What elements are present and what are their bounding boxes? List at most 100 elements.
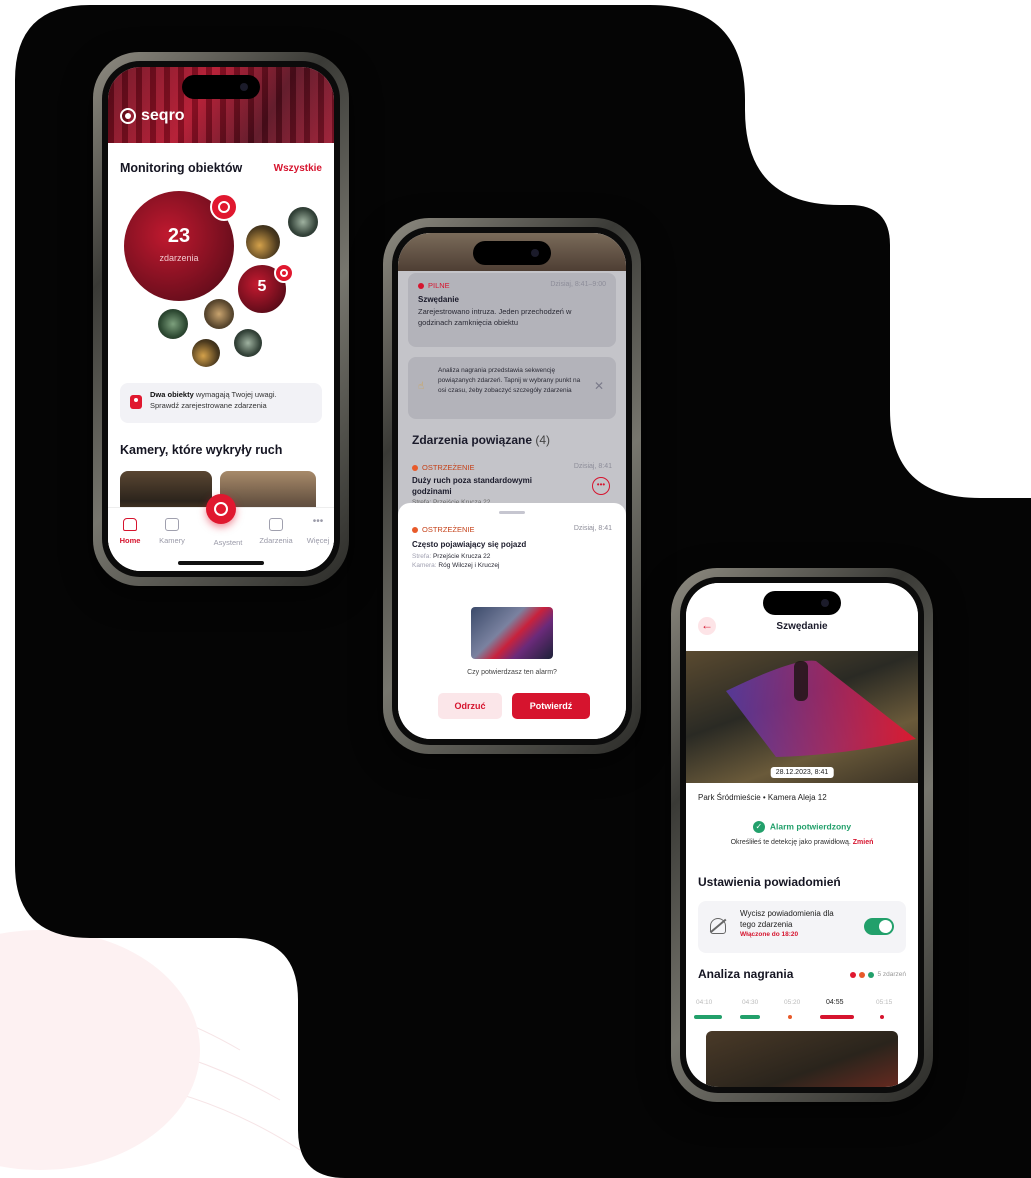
- urgent-event-card[interactable]: PILNE Dzisiaj, 8:41–9:00 Szwędanie Zarej…: [408, 273, 616, 347]
- dynamic-island: [763, 591, 841, 615]
- event-title: Szwędanie: [418, 295, 459, 304]
- related-event-item[interactable]: OSTRZEŻENIE Dzisiaj, 8:41 Duży ruch poza…: [412, 463, 612, 507]
- attention-alert-card[interactable]: Dwa obiekty wymagają Twojej uwagi. Spraw…: [120, 383, 322, 423]
- home-icon: [123, 518, 137, 531]
- assistant-fab-button[interactable]: [206, 494, 236, 524]
- timeline-label[interactable]: 04:30: [742, 999, 758, 1006]
- confirm-button[interactable]: Potwierdź: [512, 693, 590, 719]
- event-screen: PILNE Dzisiaj, 8:41–9:00 Szwędanie Zarej…: [398, 233, 626, 739]
- event-video[interactable]: 28.12.2023, 8:41: [686, 651, 918, 783]
- brand-name: seqro: [141, 107, 185, 124]
- bubble-main-label: zdarzenia: [159, 253, 199, 263]
- sheet-grab-handle[interactable]: [499, 511, 525, 514]
- hint-text: Analiza nagrania przedstawia sekwencję p…: [438, 367, 581, 394]
- event-description: Zarejestrowano intruza. Jeden przechodze…: [418, 307, 572, 327]
- tab-cameras[interactable]: Kamery: [150, 518, 194, 545]
- timeline-segment-current[interactable]: [820, 1015, 854, 1019]
- timeline-label-current[interactable]: 04:55: [826, 999, 844, 1006]
- pointing-hand-icon: ☝: [418, 381, 425, 392]
- building-icon: [165, 518, 179, 531]
- alarm-badge-icon: [210, 193, 238, 221]
- related-events-header: Zdarzenia powiązane (4): [412, 433, 550, 447]
- bubble-object[interactable]: [204, 299, 234, 329]
- mute-toggle[interactable]: [864, 918, 894, 935]
- confirm-question: Czy potwierdzasz ten alarm?: [467, 669, 557, 676]
- tab-label: Zdarzenia: [259, 536, 293, 545]
- dynamic-island: [182, 75, 260, 99]
- cameras-title: Kamery, które wykryły ruch: [120, 443, 283, 457]
- warning-tag: OSTRZEŻENIE: [412, 525, 475, 534]
- timeline-segment[interactable]: [740, 1015, 760, 1019]
- analysis-video-thumbnail[interactable]: [706, 1031, 898, 1087]
- timeline-segment[interactable]: [880, 1015, 884, 1019]
- legend-dot: [859, 971, 866, 978]
- sheet-title: Często pojawiający się pojazd: [412, 540, 527, 549]
- related-count: (4): [535, 433, 551, 447]
- notification-settings-title: Ustawienia powiadomień: [698, 875, 841, 889]
- tab-events[interactable]: Zdarzenia: [254, 518, 298, 545]
- alert-bold: Dwa obiekty: [150, 390, 194, 399]
- more-options-icon[interactable]: •••: [592, 477, 610, 495]
- analysis-title: Analiza nagrania: [698, 967, 794, 981]
- phone-bezel: ← Szwędanie 28.12.2023, 8:41 Park Śródmi…: [680, 577, 924, 1093]
- phone-bezel: PILNE Dzisiaj, 8:41–9:00 Szwędanie Zarej…: [392, 227, 632, 745]
- timeline-label[interactable]: 05:20: [784, 999, 800, 1006]
- event-detail-screen: ← Szwędanie 28.12.2023, 8:41 Park Śródmi…: [686, 583, 918, 1087]
- video-timestamp: 28.12.2023, 8:41: [770, 767, 834, 778]
- analysis-count: 5 zdarzeń: [877, 971, 906, 978]
- brand-logo: seqro: [120, 107, 185, 125]
- analysis-hint-card: ☝ Analiza nagrania przedstawia sekwencję…: [408, 357, 616, 419]
- home-indicator: [178, 561, 264, 565]
- related-title: Zdarzenia powiązane: [412, 433, 533, 447]
- bubble-object[interactable]: [158, 309, 188, 339]
- bell-off-icon: [710, 918, 726, 934]
- monitoring-section-header: Monitoring obiektów Wszystkie: [120, 161, 322, 175]
- bubble-object[interactable]: [288, 207, 318, 237]
- warning-tag: OSTRZEŻENIE: [412, 463, 475, 472]
- mute-until: Włączone do 18:20: [740, 930, 799, 938]
- dynamic-island: [473, 241, 551, 265]
- close-icon[interactable]: ✕: [594, 379, 604, 393]
- phone-event-detail-screen: ← Szwędanie 28.12.2023, 8:41 Park Śródmi…: [671, 568, 933, 1102]
- confirmed-subtext: Określiłeś te detekcję jako prawidłową. …: [730, 839, 874, 846]
- tab-label: Więcej: [306, 536, 330, 545]
- timeline-segment[interactable]: [788, 1015, 792, 1019]
- bubble-object[interactable]: [246, 225, 280, 259]
- sheet-zone: Strefa: Przejście Krucza 22: [412, 553, 491, 560]
- assistant-icon: [214, 502, 228, 516]
- tab-label: Home: [119, 536, 141, 545]
- event-snapshot[interactable]: [471, 607, 553, 659]
- reject-button[interactable]: Odrzuć: [438, 693, 502, 719]
- phone-event-confirm-screen: PILNE Dzisiaj, 8:41–9:00 Szwędanie Zarej…: [383, 218, 641, 754]
- alert-icon: [130, 395, 142, 409]
- tab-home[interactable]: Home: [108, 518, 152, 545]
- tab-assistant[interactable]: Asystent: [206, 538, 250, 547]
- phone-bezel: seqro Monitoring obiektów Wszystkie 23 z…: [102, 61, 340, 577]
- change-link[interactable]: Zmień: [853, 839, 874, 846]
- event-location: Park Śródmieście • Kamera Aleja 12: [698, 793, 827, 802]
- timeline-label[interactable]: 05:15: [876, 999, 892, 1006]
- tab-label: Asystent: [213, 538, 243, 547]
- bubble-object[interactable]: [234, 329, 262, 357]
- seqro-logo-icon: [120, 108, 136, 124]
- alarm-confirmed-status: ✓ Alarm potwierdzony: [686, 821, 918, 833]
- confirm-bottom-sheet: OSTRZEŻENIE Dzisiaj, 8:41 Często pojawia…: [398, 503, 626, 739]
- see-all-link[interactable]: Wszystkie: [274, 163, 322, 174]
- phone-home-screen: seqro Monitoring obiektów Wszystkie 23 z…: [93, 52, 349, 586]
- showcase-stage: seqro Monitoring obiektów Wszystkie 23 z…: [0, 0, 1031, 1178]
- timeline-label[interactable]: 04:10: [696, 999, 712, 1006]
- calendar-icon: [269, 518, 283, 531]
- timeline-segment[interactable]: [694, 1015, 722, 1019]
- more-dots-icon: •••: [312, 516, 324, 527]
- monitoring-title: Monitoring obiektów: [120, 161, 243, 175]
- legend-dot: [850, 971, 857, 978]
- event-time: Dzisiaj, 8:41–9:00: [550, 281, 606, 288]
- urgent-tag: PILNE: [418, 281, 450, 290]
- home-body: Monitoring obiektów Wszystkie 23 zdarzen…: [108, 143, 334, 571]
- bubble-object[interactable]: [192, 339, 220, 367]
- tab-more[interactable]: ••• Więcej: [296, 516, 334, 546]
- detail-title: Szwędanie: [776, 621, 828, 632]
- sheet-event-info: OSTRZEŻENIE Dzisiaj, 8:41 Często pojawia…: [412, 525, 612, 571]
- alert-text: wymagają Twojej uwagi.: [193, 390, 277, 399]
- mute-label: Wycisz powiadomienia dla tego zdarzenia …: [740, 909, 844, 939]
